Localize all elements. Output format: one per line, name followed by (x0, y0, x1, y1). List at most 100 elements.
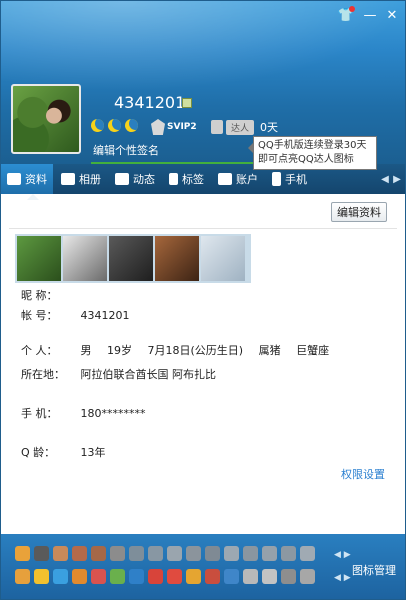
age-value: 19岁 (107, 344, 132, 357)
gender-value: 男 (80, 344, 92, 357)
phone-label: 手 机： (21, 407, 58, 420)
location-row: 所在地： 阿拉伯联合酋长国 阿布扎比 (21, 366, 216, 382)
photo-strip[interactable] (15, 234, 251, 283)
svip-crown-icon (151, 119, 165, 135)
tab-label: 标签 (182, 173, 204, 186)
badge-icon[interactable] (281, 546, 296, 561)
moon-icon (125, 119, 138, 132)
personal-row: 个 人： 男 19岁 7月18日(公历生日) 属猪 巨蟹座 (21, 342, 341, 358)
constellation-value: 巨蟹座 (296, 344, 330, 357)
badge-icon[interactable] (262, 569, 277, 584)
minimize-icon[interactable]: — (361, 7, 379, 23)
level-moons[interactable] (91, 119, 142, 132)
icon-manage-link[interactable]: 图标管理 (352, 562, 396, 578)
badge-icon[interactable] (110, 546, 125, 561)
personal-label: 个 人： (21, 344, 58, 357)
tab-next-icon[interactable]: ▶ (391, 174, 403, 185)
tab-label: 账户 (236, 173, 258, 186)
badge-icon[interactable] (243, 546, 258, 561)
tab-album[interactable]: 相册 (55, 164, 107, 194)
location-label: 所在地： (21, 368, 65, 381)
signature-edit[interactable]: 编辑个性签名 (93, 142, 159, 158)
badge-icon[interactable] (224, 569, 239, 584)
avatar[interactable] (11, 84, 81, 154)
badge-icon[interactable] (224, 546, 239, 561)
badge-icon[interactable] (205, 569, 220, 584)
photo-thumbnail[interactable] (201, 236, 245, 281)
badge-icon[interactable] (148, 546, 163, 561)
account-row: 帐 号： 4341201 (21, 307, 130, 323)
qage-label: Q 龄： (21, 446, 56, 459)
tab-prev-icon[interactable]: ◀ (379, 174, 391, 185)
badge-icon[interactable] (262, 546, 277, 561)
photo-thumbnail[interactable] (63, 236, 107, 281)
badge-icon[interactable] (129, 546, 144, 561)
badge-icon[interactable] (72, 546, 87, 561)
badge-icon[interactable] (300, 569, 315, 584)
skin-icon[interactable]: 👕 (337, 6, 355, 23)
badge-icon[interactable] (15, 569, 30, 584)
profile-window: 👕 — ✕ 4341201 SVIP2 达人 0天 编辑个性签名 QQ手机版连续… (0, 0, 406, 600)
daren-tooltip: QQ手机版连续登录30天 即可点亮QQ达人图标 (248, 136, 377, 170)
badge-scroll-arrows[interactable]: ◀ ▶ (334, 573, 351, 583)
photo-thumbnail[interactable] (109, 236, 153, 281)
badge-icon[interactable] (186, 569, 201, 584)
badge-row (15, 569, 319, 584)
photo-thumbnail[interactable] (17, 236, 61, 281)
phone-icon (272, 172, 281, 186)
divider (9, 228, 397, 229)
tab-scroll: ◀ ▶ (379, 164, 403, 194)
badge-icon[interactable] (281, 569, 296, 584)
badge-icon[interactable] (129, 569, 144, 584)
badge-icon[interactable] (167, 546, 182, 561)
wallet-icon (218, 173, 232, 185)
tag-icon (169, 173, 178, 185)
badge-icon[interactable] (186, 546, 201, 561)
daren-badge[interactable]: 达人 0天 (211, 119, 278, 135)
badge-icon[interactable] (148, 569, 163, 584)
badge-row (15, 546, 319, 561)
badge-icon[interactable] (72, 569, 87, 584)
badge-icon[interactable] (300, 546, 315, 561)
badge-icon[interactable] (91, 569, 106, 584)
badge-icon[interactable] (34, 546, 49, 561)
svip-badge[interactable]: SVIP2 (151, 119, 197, 135)
badge-icon[interactable] (53, 546, 68, 561)
badge-icon[interactable] (15, 546, 30, 561)
photo-thumbnail[interactable] (155, 236, 199, 281)
badge-icon[interactable] (110, 569, 125, 584)
active-tab-caret (27, 188, 39, 200)
moon-icon (91, 119, 104, 132)
close-icon[interactable]: ✕ (383, 7, 401, 23)
tab-tags[interactable]: 标签 (163, 164, 210, 194)
badge-icon[interactable] (34, 569, 49, 584)
tooltip-line: 即可点亮QQ达人图标 (258, 154, 354, 165)
profile-card-icon (7, 173, 21, 185)
name-badge-icon[interactable] (182, 98, 192, 108)
badge-icon[interactable] (91, 546, 106, 561)
badge-icon[interactable] (167, 569, 182, 584)
daren-days: 0天 (260, 121, 279, 134)
nickname-row: 昵 称： (21, 287, 77, 303)
mobile-icon (211, 120, 223, 134)
permission-settings-link[interactable]: 权限设置 (341, 466, 385, 482)
badge-icon[interactable] (243, 569, 258, 584)
edit-profile-button[interactable]: 编辑资料 (331, 202, 387, 222)
notification-dot (349, 6, 355, 12)
feed-icon (115, 173, 129, 185)
badge-icon[interactable] (53, 569, 68, 584)
birthday-value: 7月18日(公历生日) (147, 344, 244, 357)
qq-number-title: 4341201 (114, 93, 186, 112)
svip-label: SVIP2 (167, 122, 197, 132)
tab-feed[interactable]: 动态 (109, 164, 161, 194)
moon-icon (108, 119, 121, 132)
profile-content: 编辑资料 昵 称： 帐 号： 4341201 个 人： 男 19岁 7月18日(… (1, 194, 405, 534)
account-value: 4341201 (80, 309, 130, 322)
album-icon (61, 173, 75, 185)
badge-icon[interactable] (205, 546, 220, 561)
nickname-label: 昵 称： (21, 289, 58, 302)
badge-scroll-arrows[interactable]: ◀ ▶ (334, 550, 351, 560)
qage-row: Q 龄： 13年 (21, 444, 106, 460)
zodiac-value: 属猪 (258, 344, 281, 357)
badge-icon-bar: ◀ ▶ ◀ ▶ 图标管理 (1, 534, 405, 599)
